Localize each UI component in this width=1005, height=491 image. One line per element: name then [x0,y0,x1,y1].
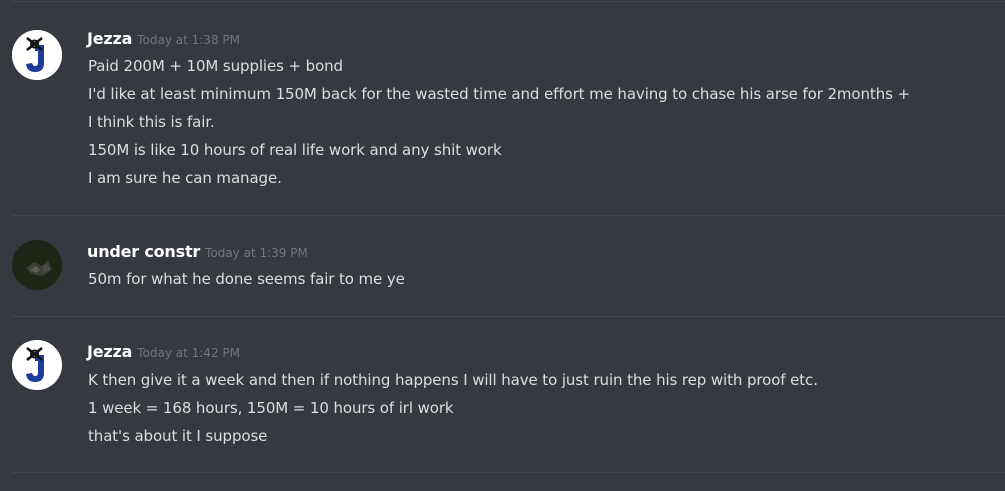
message-text: I am sure he can manage. [88,169,282,187]
message-divider [12,1,1005,2]
message-text: 50m for what he done seems fair to me ye [88,270,405,288]
message-group: Jezza Today at 1:42 PM K then give it a w… [0,340,1005,453]
message-text: 150M is like 10 hours of real life work … [88,141,502,159]
message-divider [12,215,1005,216]
message-header: under constr Today at 1:39 PM [87,242,308,261]
message-group: Jezza Today at 1:38 PM Paid 200M + 10M su… [0,29,1005,190]
message-text: I think this is fair. [88,113,215,131]
message-text: that's about it I suppose [88,427,268,445]
username[interactable]: Jezza [87,29,132,48]
timestamp[interactable]: Today at 1:38 PM [137,33,240,47]
under-constr-avatar-icon[interactable] [12,240,62,290]
message-divider [12,472,1005,473]
username[interactable]: Jezza [87,342,132,361]
jezza-avatar-icon[interactable] [12,30,62,80]
chat-log: Jezza Today at 1:38 PM Paid 200M + 10M su… [0,0,1005,491]
message-text: I'd like at least minimum 150M back for … [88,85,910,103]
message-text: K then give it a week and then if nothin… [88,371,818,389]
jezza-avatar-icon[interactable] [12,340,62,390]
message-divider [12,316,1005,317]
message-text: 1 week = 168 hours, 150M = 10 hours of i… [88,399,454,417]
message-header: Jezza Today at 1:42 PM [87,342,240,361]
username[interactable]: under constr [87,242,200,261]
timestamp[interactable]: Today at 1:42 PM [137,346,240,360]
message-header: Jezza Today at 1:38 PM [87,29,240,48]
message-text: Paid 200M + 10M supplies + bond [88,57,343,75]
timestamp[interactable]: Today at 1:39 PM [205,246,308,260]
message-group: under constr Today at 1:39 PM 50m for wha… [0,240,1005,293]
